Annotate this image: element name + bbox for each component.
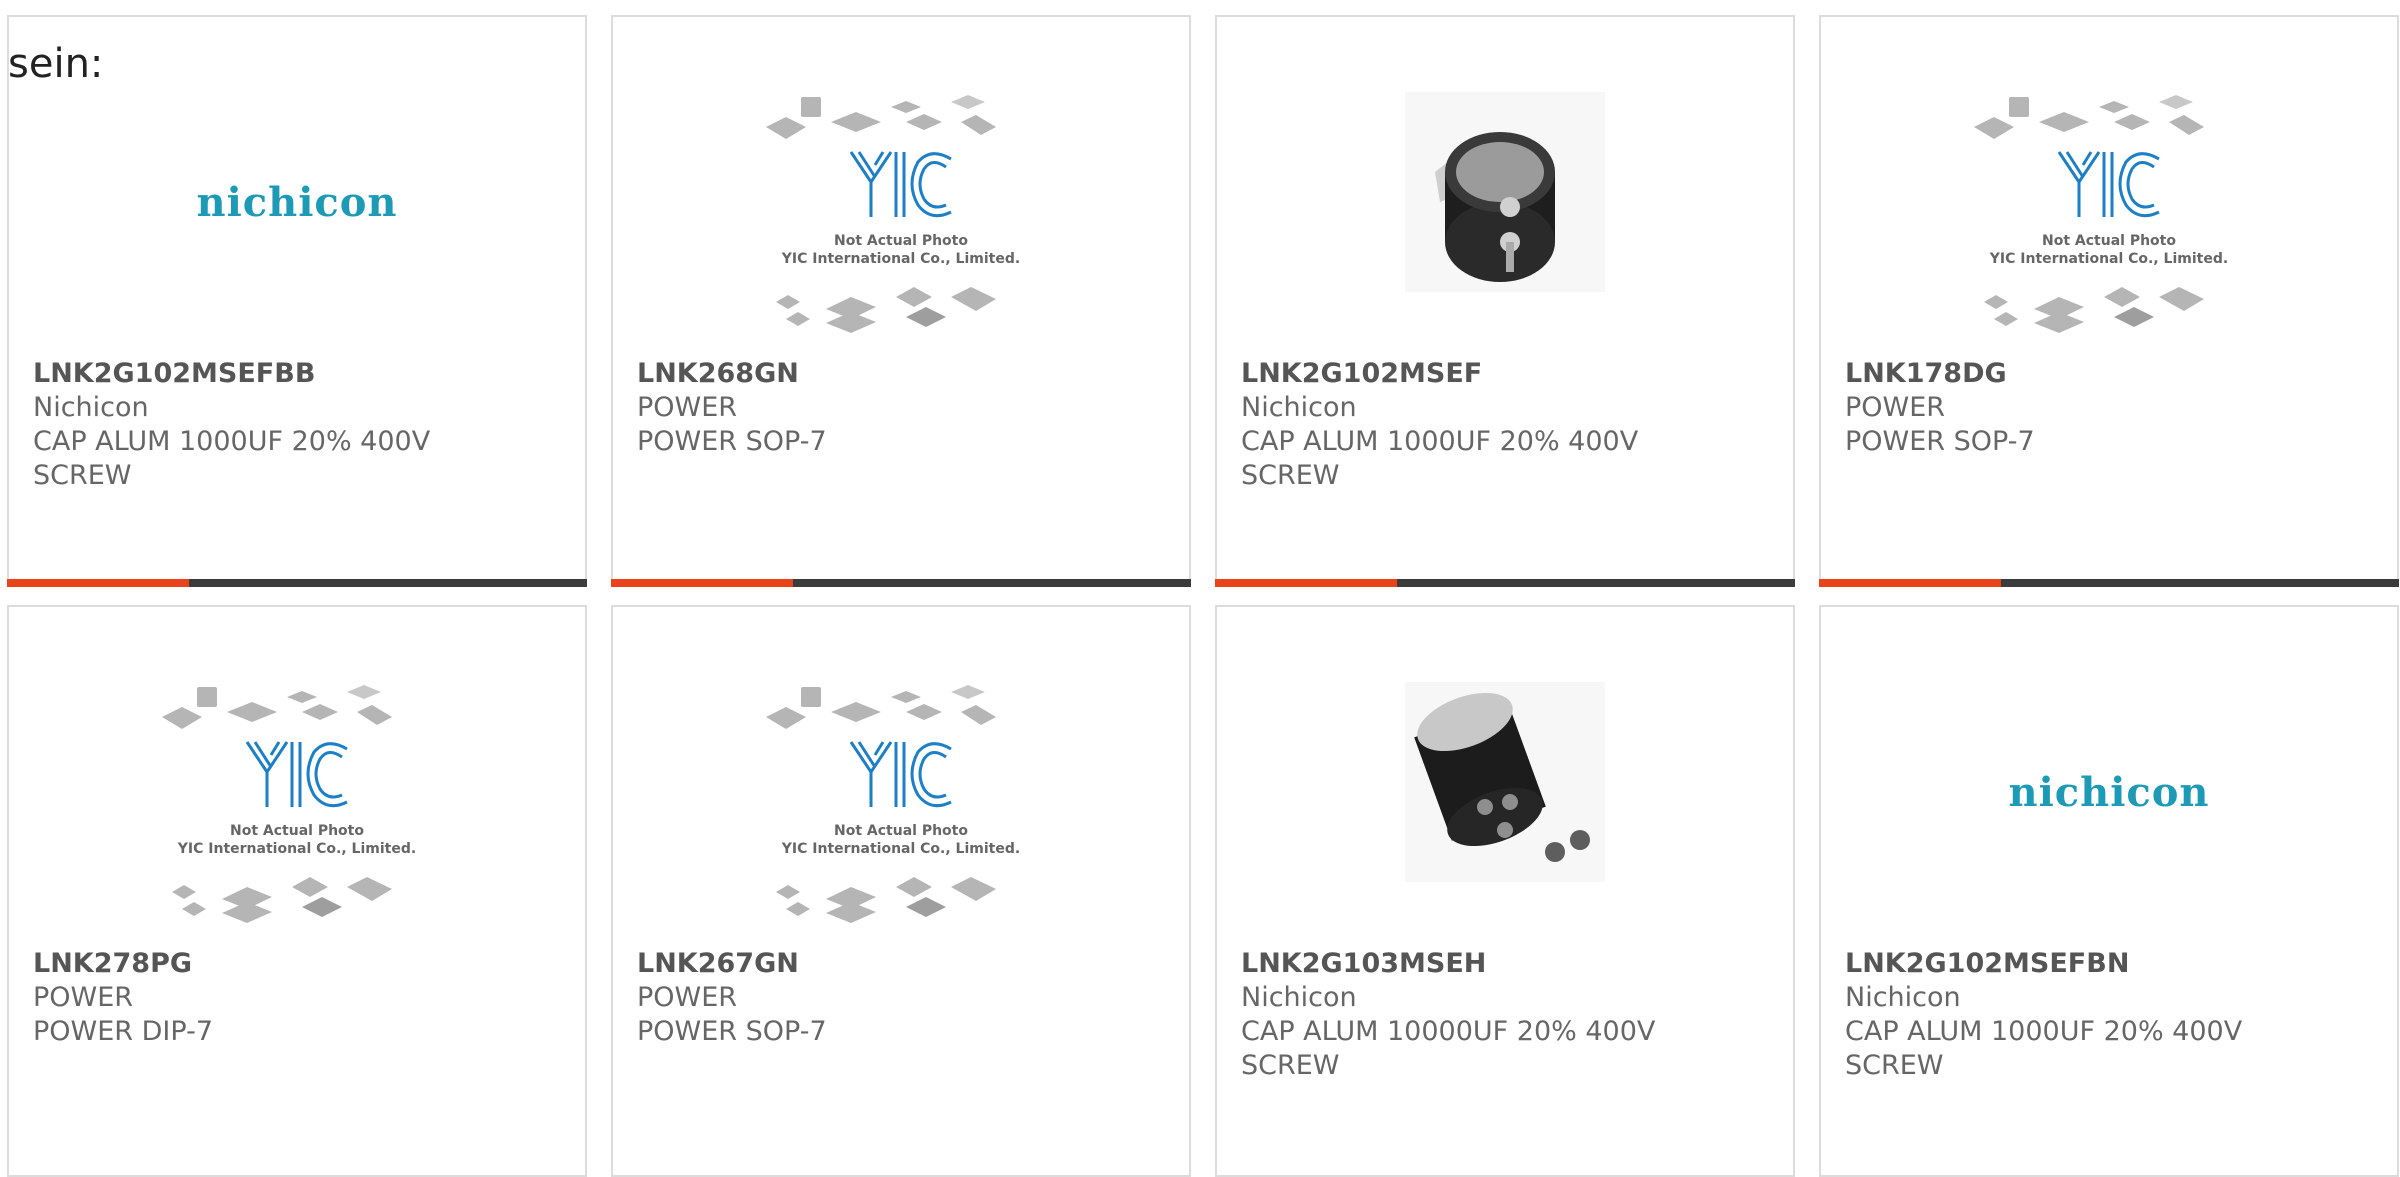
card-bar (7, 579, 587, 587)
brand: Nichicon (1845, 982, 1961, 1013)
yic-placeholder-image: Not Actual Photo YIC International Co., … (766, 685, 1020, 923)
part-number[interactable]: LNK178DG (1845, 357, 2381, 391)
card-bar (1215, 579, 1795, 587)
brand: POWER (33, 982, 134, 1013)
card-accent (1819, 579, 2001, 587)
nichicon-logo: nichicon (2008, 768, 2210, 816)
card-accent (7, 579, 189, 587)
brand: Nichicon (1241, 392, 1357, 423)
description: POWER SOP-7 (637, 1016, 827, 1047)
brand: POWER (1845, 392, 1946, 423)
product-card[interactable]: Not Actual Photo YIC International Co., … (7, 605, 587, 1177)
description: CAP ALUM 1000UF 20% 400V (1845, 1016, 2243, 1047)
card-bar (611, 579, 1191, 587)
product-grid: nichicon LNK2G102MSEFBB Nichicon CAP ALU… (7, 15, 2399, 1177)
product-image: Not Actual Photo YIC International Co., … (613, 657, 1189, 947)
part-number[interactable]: LNK278PG (33, 947, 569, 981)
description: CAP ALUM 1000UF 20% 400V (33, 426, 431, 457)
product-image: Not Actual Photo YIC International Co., … (613, 67, 1189, 357)
capacitor-photo (1405, 682, 1605, 882)
product-image (1217, 657, 1793, 947)
placeholder-line2: YIC International Co., Limited. (781, 841, 1020, 857)
product-card[interactable]: LNK2G102MSEF Nichicon CAP ALUM 1000UF 20… (1215, 15, 1795, 587)
part-number[interactable]: LNK2G102MSEFBB (33, 357, 569, 391)
product-card[interactable]: nichicon LNK2G102MSEFBN Nichicon CAP ALU… (1819, 605, 2399, 1177)
part-number[interactable]: LNK267GN (637, 947, 1173, 981)
brand: POWER (637, 982, 738, 1013)
part-number[interactable]: LNK2G103MSEH (1241, 947, 1777, 981)
product-image: Not Actual Photo YIC International Co., … (9, 657, 585, 947)
product-image: Not Actual Photo YIC International Co., … (1821, 67, 2397, 357)
nichicon-logo: nichicon (196, 178, 398, 226)
product-image (1217, 67, 1793, 357)
placeholder-line1: Not Actual Photo (834, 823, 968, 839)
placeholder-line1: Not Actual Photo (230, 823, 364, 839)
description: CAP ALUM 10000UF 20% 400V (1241, 1016, 1656, 1047)
product-card[interactable]: nichicon LNK2G102MSEFBB Nichicon CAP ALU… (7, 15, 587, 587)
description-2: SCREW (33, 460, 132, 491)
placeholder-line1: Not Actual Photo (834, 233, 968, 249)
part-number[interactable]: LNK268GN (637, 357, 1173, 391)
capacitor-photo (1405, 92, 1605, 292)
brand: POWER (637, 392, 738, 423)
brand: Nichicon (1241, 982, 1357, 1013)
yic-placeholder-image: Not Actual Photo YIC International Co., … (1974, 95, 2228, 333)
card-accent (611, 579, 793, 587)
yic-placeholder-image: Not Actual Photo YIC International Co., … (766, 95, 1020, 333)
description-2: SCREW (1241, 1050, 1340, 1081)
placeholder-line2: YIC International Co., Limited. (1989, 251, 2228, 267)
brand: Nichicon (33, 392, 149, 423)
placeholder-line2: YIC International Co., Limited. (781, 251, 1020, 267)
description-2: SCREW (1241, 460, 1340, 491)
product-image: nichicon (1821, 657, 2397, 947)
intro-text: sein: (8, 41, 104, 87)
product-image: nichicon (9, 67, 585, 357)
card-bar (1819, 579, 2399, 587)
placeholder-line1: Not Actual Photo (2042, 233, 2176, 249)
description: POWER DIP-7 (33, 1016, 213, 1047)
product-card[interactable]: Not Actual Photo YIC International Co., … (611, 605, 1191, 1177)
product-card[interactable]: LNK2G103MSEH Nichicon CAP ALUM 10000UF 2… (1215, 605, 1795, 1177)
placeholder-line2: YIC International Co., Limited. (177, 841, 416, 857)
product-card[interactable]: Not Actual Photo YIC International Co., … (611, 15, 1191, 587)
product-card[interactable]: Not Actual Photo YIC International Co., … (1819, 15, 2399, 587)
card-accent (1215, 579, 1397, 587)
part-number[interactable]: LNK2G102MSEFBN (1845, 947, 2381, 981)
description: POWER SOP-7 (1845, 426, 2035, 457)
description: POWER SOP-7 (637, 426, 827, 457)
description-2: SCREW (1845, 1050, 1944, 1081)
part-number[interactable]: LNK2G102MSEF (1241, 357, 1777, 391)
yic-placeholder-image: Not Actual Photo YIC International Co., … (162, 685, 416, 923)
description: CAP ALUM 1000UF 20% 400V (1241, 426, 1639, 457)
